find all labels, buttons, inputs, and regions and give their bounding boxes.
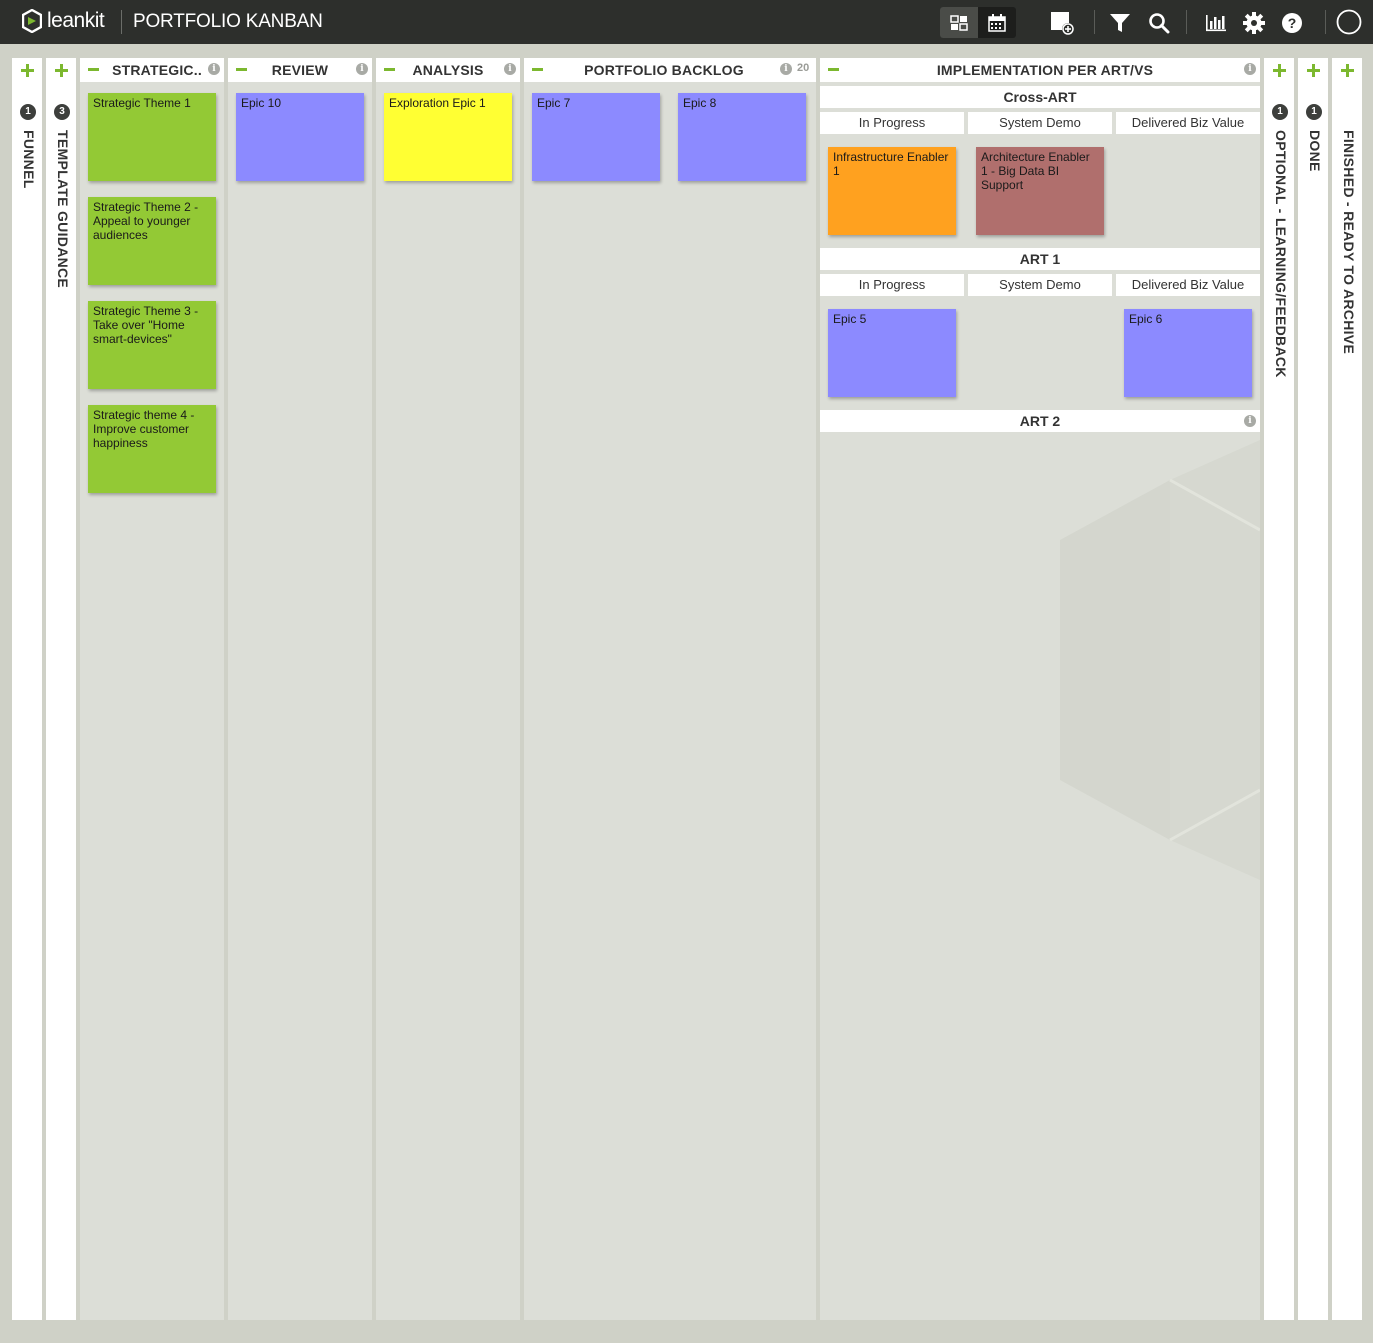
card-count-badge: 1 xyxy=(20,104,36,120)
sub-column-header: In Progress xyxy=(820,112,964,134)
column-header: ANALYSIS i xyxy=(376,58,520,82)
expand-template-guidance-button[interactable] xyxy=(55,64,68,77)
help-button[interactable]: ? xyxy=(1279,10,1305,36)
column-title: OPTIONAL - LEARNING/FEEDBACK xyxy=(1273,130,1289,378)
filter-button[interactable] xyxy=(1107,10,1133,36)
card[interactable]: Architecture Enabler 1 - Big Data BI Sup… xyxy=(976,147,1104,235)
sub-column-header: Delivered Biz Value xyxy=(1116,274,1260,296)
expand-done-button[interactable] xyxy=(1307,64,1320,77)
card[interactable]: Epic 5 xyxy=(828,309,956,397)
column-title: STRATEGIC.. xyxy=(112,62,202,78)
leankit-watermark xyxy=(1060,440,1260,880)
column-finished-ready-to-archive: FINISHED - READY TO ARCHIVE xyxy=(1332,58,1362,1320)
column-funnel: 1 FUNNEL xyxy=(12,58,42,1320)
lane-header-art-1: ART 1 xyxy=(820,248,1260,270)
reports-button[interactable] xyxy=(1203,10,1229,36)
leankit-logo[interactable]: leankit xyxy=(22,9,105,33)
search-icon xyxy=(1149,13,1170,34)
card[interactable]: Epic 7 xyxy=(532,93,660,181)
column-title: FINISHED - READY TO ARCHIVE xyxy=(1341,130,1357,355)
wip-limit: 20 xyxy=(797,62,810,74)
board-title: PORTFOLIO KANBAN xyxy=(133,11,323,32)
view-toggle xyxy=(940,7,1016,38)
brand-name: leankit xyxy=(47,9,105,32)
reports-icon xyxy=(1206,15,1226,32)
column-title: FUNNEL xyxy=(21,130,37,189)
add-card-icon xyxy=(1051,12,1074,35)
divider xyxy=(1186,10,1187,34)
column-optional-learning-feedback: 1 OPTIONAL - LEARNING/FEEDBACK xyxy=(1264,58,1294,1320)
info-icon[interactable]: i xyxy=(208,63,220,75)
card[interactable]: Strategic Theme 1 xyxy=(88,93,216,181)
info-icon[interactable]: i xyxy=(504,63,516,75)
column-header: STRATEGIC.. i xyxy=(80,58,224,82)
sub-column-body xyxy=(968,300,1112,404)
column-header: PORTFOLIO BACKLOG i 20 xyxy=(524,58,816,82)
leankit-logo-icon xyxy=(22,9,42,33)
card[interactable]: Strategic Theme 3 - Take over "Home smar… xyxy=(88,301,216,389)
divider xyxy=(1094,10,1095,34)
board-view-button[interactable] xyxy=(940,7,978,38)
calendar-view-icon xyxy=(988,13,1006,32)
column-header: REVIEW i xyxy=(228,58,372,82)
card[interactable]: Strategic theme 4 - Improve customer hap… xyxy=(88,405,216,493)
card[interactable]: Infrastructure Enabler 1 xyxy=(828,147,956,235)
card-count-badge: 3 xyxy=(54,104,70,120)
info-icon[interactable]: i xyxy=(780,63,792,75)
lane-header-cross-art: Cross-ART xyxy=(820,86,1260,108)
card-count-badge: 1 xyxy=(1306,104,1322,120)
column-title: IMPLEMENTATION PER ART/VS xyxy=(936,62,1154,78)
card[interactable]: Epic 6 xyxy=(1124,309,1252,397)
sub-column-body xyxy=(1116,138,1260,242)
column-title: DONE xyxy=(1307,130,1323,172)
info-icon[interactable]: i xyxy=(1244,63,1256,75)
top-bar: leankit PORTFOLIO KANBAN ? xyxy=(0,0,1373,44)
column-done: 1 DONE xyxy=(1298,58,1328,1320)
info-icon[interactable]: i xyxy=(1244,415,1256,427)
column-strategic: STRATEGIC.. i Strategic Theme 1 Strategi… xyxy=(80,58,224,1320)
column-portfolio-backlog: PORTFOLIO BACKLOG i 20 Epic 7 Epic 8 xyxy=(524,58,816,1320)
filter-icon xyxy=(1110,14,1130,32)
column-title: TEMPLATE GUIDANCE xyxy=(55,130,71,289)
column-title: REVIEW xyxy=(271,62,329,78)
board-view-icon xyxy=(950,14,968,31)
divider xyxy=(121,10,122,34)
card[interactable]: Strategic Theme 2 - Appeal to younger au… xyxy=(88,197,216,285)
svg-text:?: ? xyxy=(1288,15,1297,31)
settings-icon xyxy=(1243,12,1265,34)
card-count-badge: 1 xyxy=(1272,104,1288,120)
sub-column-header: Delivered Biz Value xyxy=(1116,112,1260,134)
divider xyxy=(1325,10,1326,34)
lane-title: ART 2 xyxy=(1019,413,1061,429)
column-header: IMPLEMENTATION PER ART/VS i xyxy=(820,58,1260,82)
column-template-guidance: 3 TEMPLATE GUIDANCE xyxy=(46,58,76,1320)
card[interactable]: Epic 10 xyxy=(236,93,364,181)
column-analysis: ANALYSIS i Exploration Epic 1 xyxy=(376,58,520,1320)
sub-column-header: In Progress xyxy=(820,274,964,296)
card[interactable]: Exploration Epic 1 xyxy=(384,93,512,181)
user-avatar-icon xyxy=(1336,9,1362,35)
user-avatar-button[interactable] xyxy=(1336,9,1362,35)
column-title: PORTFOLIO BACKLOG xyxy=(584,62,744,78)
column-review: REVIEW i Epic 10 xyxy=(228,58,372,1320)
calendar-view-button[interactable] xyxy=(978,7,1016,38)
sub-column-header: System Demo xyxy=(968,274,1112,296)
expand-optional-learning-button[interactable] xyxy=(1273,64,1286,77)
sub-column-header: System Demo xyxy=(968,112,1112,134)
settings-button[interactable] xyxy=(1241,10,1267,36)
add-card-button[interactable] xyxy=(1049,10,1075,36)
expand-finished-button[interactable] xyxy=(1341,64,1354,77)
column-title: ANALYSIS xyxy=(412,62,484,78)
card[interactable]: Epic 8 xyxy=(678,93,806,181)
info-icon[interactable]: i xyxy=(356,63,368,75)
expand-funnel-button[interactable] xyxy=(21,64,34,77)
help-icon: ? xyxy=(1282,13,1302,33)
lane-header-art-2: ART 2 i xyxy=(820,410,1260,432)
search-button[interactable] xyxy=(1146,10,1172,36)
